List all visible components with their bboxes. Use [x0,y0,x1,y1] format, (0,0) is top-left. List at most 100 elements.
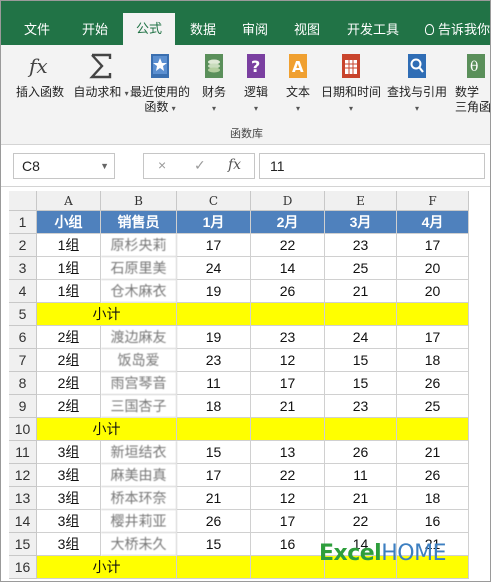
subtotal-cell[interactable] [177,303,251,326]
insert-function-icon[interactable]: fx [228,157,241,173]
column-header-a[interactable]: A [37,191,101,211]
table-cell[interactable]: 21 [177,487,251,510]
subtotal-cell[interactable] [251,418,325,441]
table-cell[interactable]: 15 [177,533,251,556]
table-cell[interactable]: 仓木麻衣 [101,280,177,303]
insert-function-button[interactable]: fx 插入函数 [9,51,71,100]
table-cell[interactable]: 13 [251,441,325,464]
table-cell[interactable]: 15 [325,372,397,395]
autosum-button[interactable]: 自动求和 ▾ [73,51,129,101]
tell-me-box[interactable]: 告诉我你 [425,14,490,45]
row-header[interactable]: 9 [9,395,37,418]
table-cell[interactable]: 15 [177,441,251,464]
row-header[interactable]: 4 [9,280,37,303]
date-time-button[interactable]: 日期和时间 ▾ [319,51,383,116]
table-cell[interactable]: 20 [397,257,469,280]
subtotal-cell[interactable] [397,303,469,326]
column-header-d[interactable]: D [251,191,325,211]
table-cell[interactable]: 11 [325,464,397,487]
table-cell[interactable]: 2组 [37,326,101,349]
table-cell[interactable]: 3组 [37,510,101,533]
table-cell[interactable]: 12 [251,487,325,510]
subtotal-cell[interactable] [177,556,251,579]
header-cell[interactable]: 销售员 [101,211,177,234]
table-cell[interactable]: 26 [251,280,325,303]
tab-developer[interactable]: 开发工具 [337,14,409,45]
tab-file[interactable]: 文件 [11,14,63,45]
row-header[interactable]: 12 [9,464,37,487]
table-cell[interactable]: 21 [397,441,469,464]
table-cell[interactable]: 25 [397,395,469,418]
table-cell[interactable]: 22 [251,234,325,257]
table-cell[interactable]: 23 [325,395,397,418]
financial-button[interactable]: 财务 ▾ [195,51,233,116]
table-cell[interactable]: 16 [397,510,469,533]
table-cell[interactable]: 18 [397,487,469,510]
table-cell[interactable]: 17 [251,510,325,533]
tab-data[interactable]: 数据 [177,14,229,45]
table-cell[interactable]: 21 [251,395,325,418]
name-box[interactable]: C8 ▼ [13,153,115,179]
text-functions-button[interactable]: A 文本 ▾ [281,51,315,116]
header-cell[interactable]: 3月 [325,211,397,234]
tab-view[interactable]: 视图 [281,14,333,45]
table-cell[interactable]: 26 [325,441,397,464]
column-header-e[interactable]: E [325,191,397,211]
subtotal-cell[interactable] [251,556,325,579]
row-header[interactable]: 11 [9,441,37,464]
formula-input[interactable]: 11 [259,153,485,179]
subtotal-label-cell[interactable]: 小计 [37,418,177,441]
tab-home[interactable]: 开始 [69,14,121,45]
header-cell[interactable]: 2月 [251,211,325,234]
subtotal-cell[interactable] [325,303,397,326]
table-cell[interactable]: 雨宫琴音 [101,372,177,395]
table-cell[interactable]: 20 [397,280,469,303]
table-cell[interactable]: 24 [325,326,397,349]
select-all-corner[interactable] [9,191,37,211]
table-cell[interactable]: 21 [325,280,397,303]
column-header-f[interactable]: F [397,191,469,211]
row-header[interactable]: 8 [9,372,37,395]
header-cell[interactable]: 4月 [397,211,469,234]
table-cell[interactable]: 17 [177,234,251,257]
table-cell[interactable]: 21 [325,487,397,510]
table-cell[interactable]: 麻美由真 [101,464,177,487]
table-cell[interactable]: 11 [177,372,251,395]
table-cell[interactable]: 26 [397,464,469,487]
table-cell[interactable]: 原杉央莉 [101,234,177,257]
row-header[interactable]: 2 [9,234,37,257]
row-header[interactable]: 6 [9,326,37,349]
row-header[interactable]: 1 [9,211,37,234]
table-cell[interactable]: 新垣结衣 [101,441,177,464]
table-cell[interactable]: 16 [251,533,325,556]
table-cell[interactable]: 25 [325,257,397,280]
subtotal-label-cell[interactable]: 小计 [37,303,177,326]
table-cell[interactable]: 15 [325,349,397,372]
table-cell[interactable]: 樱井莉亚 [101,510,177,533]
table-cell[interactable]: 3组 [37,533,101,556]
table-cell[interactable]: 22 [251,464,325,487]
subtotal-cell[interactable] [325,418,397,441]
row-header[interactable]: 3 [9,257,37,280]
table-cell[interactable]: 桥本环奈 [101,487,177,510]
row-header[interactable]: 10 [9,418,37,441]
table-cell[interactable]: 三国杏子 [101,395,177,418]
subtotal-cell[interactable] [397,418,469,441]
table-cell[interactable]: 1组 [37,257,101,280]
table-cell[interactable]: 17 [177,464,251,487]
subtotal-label-cell[interactable]: 小计 [37,556,177,579]
subtotal-cell[interactable] [177,418,251,441]
column-header-b[interactable]: B [101,191,177,211]
tab-formulas[interactable]: 公式 [123,13,175,45]
table-cell[interactable]: 12 [251,349,325,372]
table-cell[interactable]: 2组 [37,349,101,372]
math-trig-button[interactable]: θ 数学 三角函 [455,51,490,115]
header-cell[interactable]: 1月 [177,211,251,234]
row-header[interactable]: 14 [9,510,37,533]
table-cell[interactable]: 1组 [37,234,101,257]
table-cell[interactable]: 14 [251,257,325,280]
table-cell[interactable]: 17 [397,234,469,257]
table-cell[interactable]: 26 [177,510,251,533]
table-cell[interactable]: 23 [325,234,397,257]
row-header[interactable]: 16 [9,556,37,579]
